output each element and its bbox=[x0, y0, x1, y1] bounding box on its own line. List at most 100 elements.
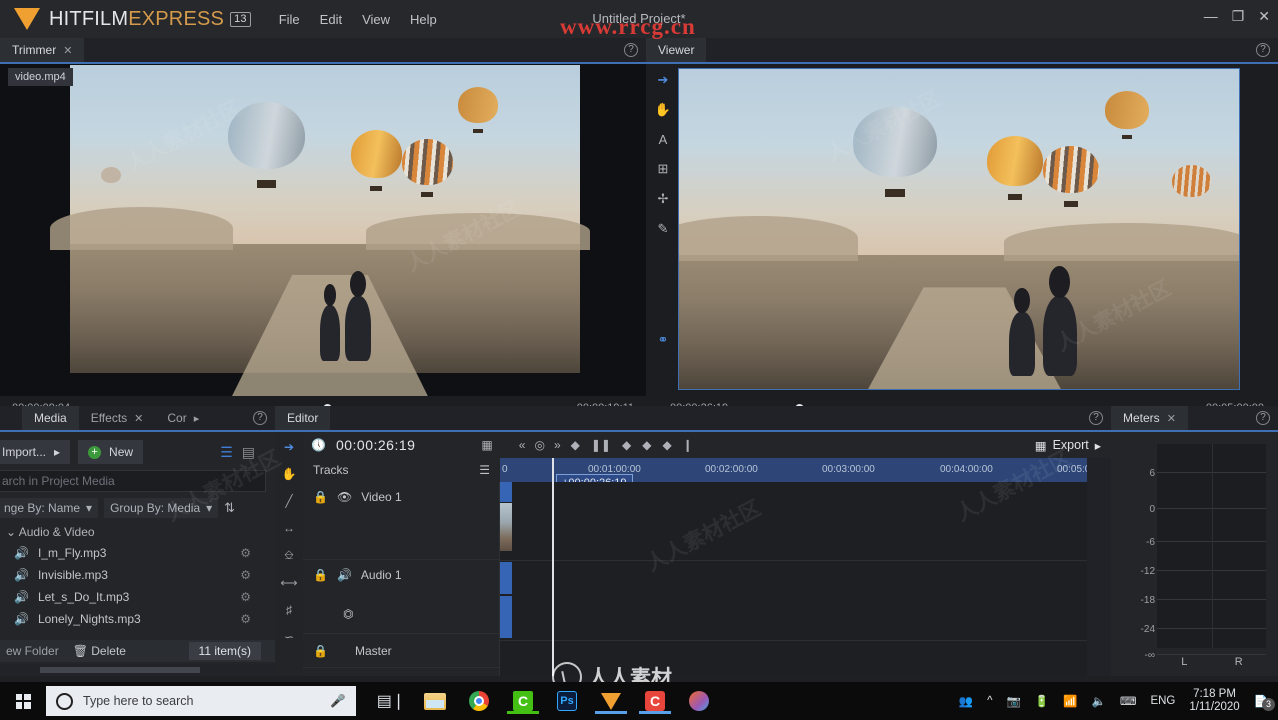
camtasia-recorder-icon[interactable]: C bbox=[639, 688, 671, 714]
track-header-master[interactable]: 🔒 Master bbox=[303, 634, 499, 668]
help-icon[interactable]: ? bbox=[253, 411, 267, 425]
search-input[interactable]: arch in Project Media bbox=[0, 470, 266, 492]
tab-editor[interactable]: Editor bbox=[275, 406, 331, 430]
wifi-icon[interactable]: 📶 bbox=[1063, 694, 1077, 708]
razor-icon[interactable]: ╱ bbox=[285, 494, 292, 508]
close-icon[interactable]: ✕ bbox=[63, 44, 72, 57]
clip-video-head[interactable] bbox=[500, 482, 512, 502]
hand-icon[interactable]: ✋ bbox=[282, 467, 297, 481]
playhead-ruler[interactable] bbox=[552, 458, 554, 482]
gear-icon[interactable]: ⚙ bbox=[240, 590, 251, 604]
import-button[interactable]: Import... ▸ bbox=[0, 440, 71, 464]
show-hidden-icons-icon[interactable]: ^ bbox=[987, 695, 992, 707]
start-button[interactable] bbox=[0, 693, 46, 709]
mask-path-icon[interactable]: ⚭ bbox=[658, 332, 669, 348]
menu-view[interactable]: View bbox=[362, 12, 390, 27]
microphone-icon[interactable]: 🎤 bbox=[330, 694, 346, 709]
playhead[interactable] bbox=[552, 482, 554, 676]
browser-icon[interactable] bbox=[686, 688, 712, 714]
chrome-icon[interactable] bbox=[466, 688, 492, 714]
editor-timecode[interactable]: 00:00:26:19 bbox=[336, 437, 415, 453]
taskbar-search-input[interactable]: Type here to search 🎤 bbox=[46, 686, 356, 716]
next-keyframe-icon[interactable]: » bbox=[554, 438, 561, 452]
list-item[interactable]: 🔊 Let_s_Do_It.mp3 ⚙ bbox=[0, 586, 275, 608]
clip-video-thumb[interactable] bbox=[500, 503, 512, 551]
hitfilm-icon[interactable] bbox=[595, 688, 627, 714]
taskbar-clock[interactable]: 7:18 PM 1/11/2020 bbox=[1189, 688, 1239, 714]
close-icon[interactable]: ✕ bbox=[1167, 412, 1176, 425]
app-tray-icon[interactable]: 📷 bbox=[1007, 694, 1021, 708]
help-icon[interactable]: ? bbox=[1256, 411, 1270, 425]
clip-audio-1[interactable] bbox=[500, 562, 512, 594]
list-item[interactable]: 🔊 Invisible.mp3 ⚙ bbox=[0, 564, 275, 586]
language-indicator[interactable]: ENG bbox=[1150, 695, 1175, 707]
audio-keyframe-icon[interactable]: ⏣ bbox=[313, 607, 499, 621]
track-header-audio1[interactable]: 🔒 🔊 Audio 1 ⏣ bbox=[303, 560, 499, 634]
slide-icon[interactable]: ⎒ bbox=[284, 548, 293, 563]
help-icon[interactable]: ? bbox=[1089, 411, 1103, 425]
volume-icon[interactable]: 🔈 bbox=[1092, 694, 1106, 708]
hamburger-icon[interactable]: ☰ bbox=[479, 463, 490, 477]
pause-marker-icon[interactable]: ❚❚ bbox=[591, 438, 611, 452]
notification-icon[interactable]: 📄 3 bbox=[1254, 694, 1275, 711]
file-explorer-icon[interactable] bbox=[422, 688, 448, 714]
minimize-button[interactable]: — bbox=[1204, 8, 1218, 25]
sort-by-dropdown[interactable]: nge By: Name ▾ bbox=[0, 498, 99, 518]
ripple-edit-icon[interactable]: ↔ bbox=[283, 521, 295, 535]
maximize-button[interactable]: ❐ bbox=[1232, 8, 1245, 25]
list-item[interactable]: 🔊 I_m_Fly.mp3 ⚙ bbox=[0, 542, 275, 564]
chevron-right-icon[interactable]: ▸ bbox=[194, 412, 200, 425]
close-button[interactable]: ✕ bbox=[1258, 8, 1270, 25]
delete-button[interactable]: 🗑 Delete bbox=[73, 644, 126, 658]
group-caret-icon[interactable]: ⌄ bbox=[6, 525, 16, 539]
sort-az-icon[interactable]: ⇅ bbox=[224, 500, 235, 516]
trimmer-video-area[interactable]: video.mp4 bbox=[0, 64, 646, 396]
media-hscrollbar[interactable] bbox=[0, 664, 275, 676]
camtasia-icon[interactable]: C bbox=[507, 688, 539, 714]
marker-icon[interactable]: ◆ bbox=[662, 438, 671, 452]
gear-icon[interactable]: ⚙ bbox=[240, 568, 251, 582]
tab-effects[interactable]: Effects ✕ bbox=[79, 406, 156, 430]
clip-audio-2[interactable] bbox=[500, 596, 512, 638]
export-button[interactable]: ▦ Export ▸ bbox=[1035, 438, 1101, 453]
lock-icon[interactable]: 🔒 bbox=[313, 490, 328, 504]
tab-meters[interactable]: Meters ✕ bbox=[1111, 406, 1188, 430]
detail-view-icon[interactable]: ▤ bbox=[242, 444, 255, 461]
help-icon[interactable]: ? bbox=[1256, 43, 1270, 57]
pen-icon[interactable]: ✎ bbox=[658, 221, 669, 237]
photoshop-icon[interactable]: Ps bbox=[554, 688, 580, 714]
menu-help[interactable]: Help bbox=[410, 12, 437, 27]
add-track-icon[interactable]: ▦ bbox=[481, 438, 492, 452]
text-icon[interactable]: A bbox=[659, 132, 668, 147]
people-icon[interactable]: 👥 bbox=[959, 694, 973, 708]
tab-controls[interactable]: Cor ▸ bbox=[155, 406, 211, 430]
marker-out-icon[interactable]: ❙ bbox=[683, 438, 693, 452]
transform-points-icon[interactable]: ⊞ bbox=[658, 161, 669, 177]
move-icon[interactable]: ✢ bbox=[658, 191, 669, 207]
battery-icon[interactable]: 🔋 bbox=[1035, 694, 1049, 708]
select-arrow-icon[interactable]: ➔ bbox=[284, 440, 294, 454]
task-view-icon[interactable]: ▤❘ bbox=[377, 688, 406, 714]
marker-in-icon[interactable]: ◆ bbox=[571, 438, 580, 452]
chevron-right-icon[interactable]: ▸ bbox=[1095, 438, 1101, 453]
list-item[interactable]: 🔊 Lonely_Nights.mp3 ⚙ bbox=[0, 608, 275, 630]
close-icon[interactable]: ✕ bbox=[134, 412, 143, 425]
select-arrow-icon[interactable]: ➔ bbox=[658, 72, 669, 88]
help-icon[interactable]: ? bbox=[624, 43, 638, 57]
marker-icon[interactable]: ◆ bbox=[622, 438, 631, 452]
slip-icon[interactable]: ⟷ bbox=[280, 576, 297, 590]
eye-icon[interactable]: 👁 bbox=[337, 490, 352, 504]
timeline-body[interactable] bbox=[500, 482, 1087, 676]
gear-icon[interactable]: ⚙ bbox=[240, 546, 251, 560]
list-view-icon[interactable]: ☰ bbox=[220, 444, 233, 461]
tab-viewer[interactable]: Viewer bbox=[646, 38, 707, 62]
speaker-icon[interactable]: 🔊 bbox=[337, 568, 352, 582]
rate-stretch-icon[interactable]: ∽ bbox=[284, 630, 294, 644]
menu-file[interactable]: File bbox=[279, 12, 300, 27]
lock-icon[interactable]: 🔒 bbox=[313, 644, 328, 658]
timeline-ruler[interactable]: 0 00:01:00:00 00:02:00:00 00:03:00:00 00… bbox=[500, 458, 1090, 492]
timeline-vscrollbar[interactable] bbox=[1087, 458, 1111, 676]
new-button[interactable]: + New bbox=[78, 440, 144, 464]
prev-keyframe-icon[interactable]: « bbox=[519, 438, 526, 452]
group-by-dropdown[interactable]: Group By: Media ▾ bbox=[104, 498, 219, 518]
